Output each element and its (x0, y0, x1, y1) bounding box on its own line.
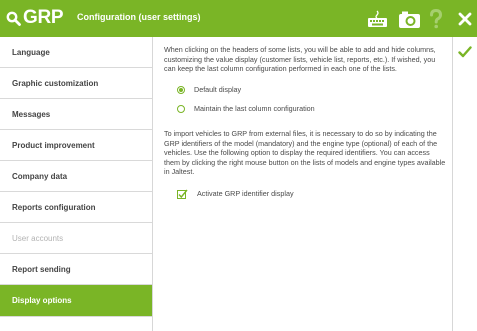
sidebar-item-label: Report sending (12, 264, 71, 274)
sidebar-item-label: Language (12, 47, 50, 57)
sidebar-item-report-sending[interactable]: Report sending (0, 254, 152, 285)
sidebar-item-label: Company data (12, 171, 68, 181)
checkbox-label: Activate GRP identifier display (197, 189, 294, 199)
checkbox-grp-identifier-display[interactable]: Activate GRP identifier display (177, 189, 446, 199)
sidebar-item-graphic-customization[interactable]: Graphic customization (0, 68, 152, 99)
camera-icon[interactable] (398, 8, 421, 30)
radio-label: Maintain the last column configuration (194, 104, 315, 114)
logo-text: GRP (23, 7, 64, 28)
window-title: Configuration (user settings) (77, 12, 201, 22)
sidebar-item-label: Product improvement (12, 140, 95, 150)
help-icon[interactable] (429, 8, 443, 30)
app-header: GRP Configuration (user settings) (0, 0, 477, 37)
radio-button-selected[interactable] (177, 85, 185, 94)
sidebar-item-label: Messages (12, 109, 51, 119)
radio-label: Default display (194, 84, 242, 94)
sidebar-item-reports-configuration[interactable]: Reports configuration (0, 192, 152, 223)
sidebar-item-user-accounts: User accounts (0, 223, 152, 254)
sidebar-item-label: Display options (12, 296, 72, 305)
radio-button[interactable] (177, 105, 185, 114)
close-icon[interactable] (458, 8, 472, 30)
magnifier-logo-icon (6, 11, 21, 26)
display-options-panel: When clicking on the headers of some lis… (164, 45, 446, 199)
action-bar (452, 37, 477, 331)
app-logo: GRP (6, 6, 64, 30)
checkmark-icon[interactable] (458, 46, 472, 58)
radio-default-display[interactable]: Default display (177, 85, 446, 95)
radio-maintain-last-configuration[interactable]: Maintain the last column configuration (177, 104, 446, 114)
sidebar-item-product-improvement[interactable]: Product improvement (0, 130, 152, 161)
checkbox-checked-icon[interactable] (177, 189, 188, 199)
sidebar-item-display-options[interactable]: Display options (0, 285, 152, 317)
columns-description: When clicking on the headers of some lis… (164, 45, 436, 74)
sidebar-item-messages[interactable]: Messages (0, 99, 152, 130)
keyboard-icon[interactable] (367, 8, 388, 30)
sidebar-item-language[interactable]: Language (0, 37, 152, 68)
sidebar-item-company-data[interactable]: Company data (0, 161, 152, 192)
sidebar-item-label: Graphic customization (12, 78, 99, 88)
sidebar-item-label: User accounts (12, 233, 64, 243)
settings-sidebar: Language Graphic customization Messages … (0, 37, 153, 331)
sidebar-item-label: Reports configuration (12, 202, 96, 212)
import-description: To import vehicles to GRP from external … (164, 128, 446, 177)
